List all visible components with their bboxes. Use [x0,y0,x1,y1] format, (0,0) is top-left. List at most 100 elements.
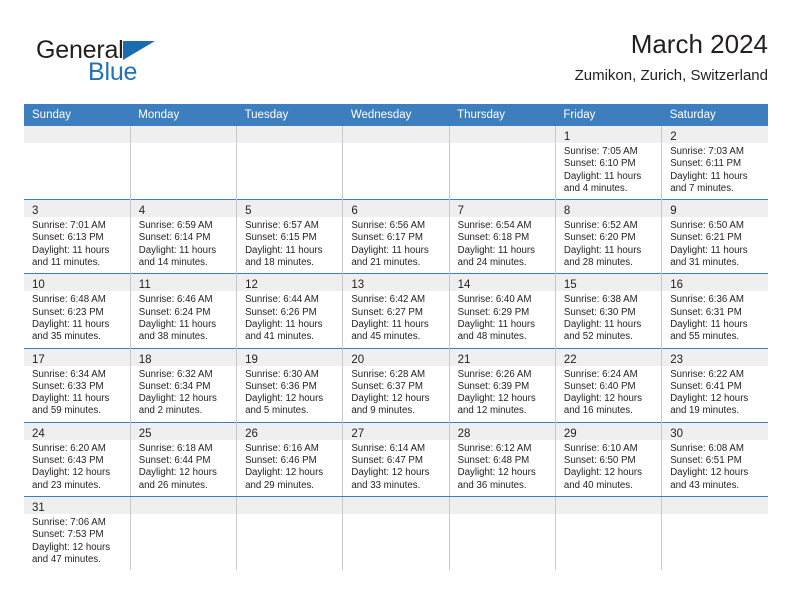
general-blue-logo[interactable]: General Blue [36,36,226,92]
day-cell[interactable]: 24 Sunrise: 6:20 AM Sunset: 6:43 PM Dayligh… [24,421,131,497]
day-cell[interactable]: 9 Sunrise: 6:50 AM Sunset: 6:21 PM Daylight… [661,199,768,274]
day-cell-empty [236,126,343,200]
daylight-text-line1: Daylight: 12 hours [457,393,536,405]
day-cell-details: Sunrise: 6:34 AM Sunset: 6:33 PM Daylight:… [24,366,130,422]
daylight-text-line1: Daylight: 12 hours [138,393,217,405]
day-number: 17 [32,353,45,366]
sunset-text: Sunset: 7:53 PM [32,529,104,541]
day-cell[interactable]: 30 Sunrise: 6:08 AM Sunset: 6:51 PM Dayligh… [661,421,768,497]
day-cell[interactable]: 22 Sunrise: 6:24 AM Sunset: 6:40 PM Dayligh… [554,347,662,423]
day-number: 25 [138,427,152,440]
daylight-text-line2: and 26 minutes. [138,479,208,491]
day-cell[interactable]: 18 Sunrise: 6:32 AM Sunset: 6:34 PM Dayligh… [129,347,237,423]
day-cell-empty [236,495,343,571]
weekday-header-tuesday: Tuesday [236,104,343,126]
day-number-band: 19 [237,348,343,366]
day-cell[interactable]: 11 Sunrise: 6:46 AM Sunset: 6:24 PM Dayligh… [129,273,237,349]
day-cell[interactable]: 17 Sunrise: 6:34 AM Sunset: 6:33 PM Dayligh… [24,347,131,423]
week-row: 17 Sunrise: 6:34 AM Sunset: 6:33 PM Dayligh… [24,347,768,423]
day-cell[interactable]: 10 Sunrise: 6:48 AM Sunset: 6:23 PM Dayligh… [24,273,131,349]
sunrise-text: Sunrise: 6:30 AM [245,368,319,380]
daylight-text-line2: and 40 minutes. [563,479,633,491]
sunrise-text: Sunrise: 7:05 AM [563,146,638,157]
daylight-text-line1: Daylight: 11 hours [563,244,642,256]
day-cell[interactable]: 19 Sunrise: 6:30 AM Sunset: 6:36 PM Dayligh… [236,347,343,423]
day-cell[interactable]: 28 Sunrise: 6:12 AM Sunset: 6:48 PM Dayligh… [448,421,556,497]
day-cell[interactable]: 20 Sunrise: 6:28 AM Sunset: 6:37 PM Dayligh… [342,347,450,423]
day-cell-details: Sunrise: 6:44 AM Sunset: 6:26 PM Daylight:… [237,291,342,347]
day-cell[interactable]: 23 Sunrise: 6:22 AM Sunset: 6:41 PM Dayligh… [661,347,768,423]
sunrise-text: Sunrise: 6:20 AM [32,442,106,454]
day-number-band: 1 [555,126,662,143]
day-cell-details: Sunrise: 6:32 AM Sunset: 6:34 PM Daylight:… [131,366,236,422]
day-cell[interactable]: 1 Sunrise: 7:05 AM Sunset: 6:10 PM Daylight… [554,126,662,200]
day-cell[interactable]: 27 Sunrise: 6:14 AM Sunset: 6:47 PM Dayligh… [342,421,450,497]
daylight-text-line1: Daylight: 12 hours [351,393,430,405]
week-row: 31 Sunrise: 7:06 AM Sunset: 7:53 PM Dayligh… [24,495,768,571]
day-cell[interactable]: 25 Sunrise: 6:18 AM Sunset: 6:44 PM Dayligh… [129,421,237,497]
weekday-header-saturday: Saturday [661,104,768,126]
day-number-band [237,496,343,514]
sunset-text: Sunset: 6:27 PM [351,306,423,318]
day-cell[interactable]: 2 Sunrise: 7:03 AM Sunset: 6:11 PM Daylight… [661,126,768,200]
daylight-text-line2: and 35 minutes. [32,331,101,343]
daylight-text-line1: Daylight: 11 hours [670,244,748,256]
day-cell[interactable]: 13 Sunrise: 6:42 AM Sunset: 6:27 PM Dayligh… [342,273,450,349]
sunrise-text: Sunrise: 6:12 AM [457,442,532,454]
daylight-text-line1: Daylight: 11 hours [245,244,323,256]
day-cell[interactable]: 7 Sunrise: 6:54 AM Sunset: 6:18 PM Daylight… [448,199,556,274]
day-number: 14 [457,279,471,292]
day-number-band: 23 [662,348,768,366]
sunset-text: Sunset: 6:41 PM [670,380,742,392]
day-cell[interactable]: 5 Sunrise: 6:57 AM Sunset: 6:15 PM Daylight… [236,199,343,274]
week-row: 24 Sunrise: 6:20 AM Sunset: 6:43 PM Dayligh… [24,421,768,497]
daylight-text-line1: Daylight: 12 hours [245,393,324,405]
sunset-text: Sunset: 6:30 PM [563,306,636,318]
sunrise-text: Sunrise: 6:46 AM [138,294,213,306]
daylight-text-line1: Daylight: 12 hours [351,467,430,479]
day-number: 7 [457,205,465,218]
sunrise-text: Sunrise: 6:32 AM [138,368,213,380]
day-cell[interactable]: 3 Sunrise: 7:01 AM Sunset: 6:13 PM Daylight… [24,199,131,274]
day-cell[interactable]: 21 Sunrise: 6:26 AM Sunset: 6:39 PM Dayligh… [448,347,556,423]
day-cell[interactable]: 14 Sunrise: 6:40 AM Sunset: 6:29 PM Dayligh… [448,273,556,349]
day-number: 3 [32,205,39,218]
daylight-text-line2: and 9 minutes. [351,405,415,417]
day-cell[interactable]: 6 Sunrise: 6:56 AM Sunset: 6:17 PM Daylight… [342,199,450,274]
daylight-text-line1: Daylight: 12 hours [670,393,749,405]
day-number: 22 [563,353,577,366]
day-cell-details: Sunrise: 6:48 AM Sunset: 6:23 PM Daylight:… [24,291,130,347]
day-cell[interactable]: 26 Sunrise: 6:16 AM Sunset: 6:46 PM Dayligh… [236,421,343,497]
sunset-text: Sunset: 6:50 PM [563,455,636,467]
day-cell[interactable]: 4 Sunrise: 6:59 AM Sunset: 6:14 PM Daylight… [129,199,237,274]
day-number-band: 17 [24,348,130,366]
daylight-text-line2: and 7 minutes. [670,182,734,194]
day-number-band: 8 [555,200,662,218]
day-number-band: 2 [662,126,768,143]
day-number: 20 [351,353,365,366]
day-number: 31 [32,501,45,514]
sunrise-text: Sunrise: 6:16 AM [245,442,319,454]
masthead: General Blue March 2024 Zumikon, Zurich,… [24,28,768,100]
day-number: 5 [245,205,252,218]
day-number-band [237,126,343,143]
daylight-text-line1: Daylight: 11 hours [563,318,642,330]
day-number-band: 11 [130,274,237,292]
day-cell[interactable]: 16 Sunrise: 6:36 AM Sunset: 6:31 PM Dayligh… [661,273,768,349]
sunset-text: Sunset: 6:11 PM [670,158,742,170]
daylight-text-line2: and 2 minutes. [138,405,203,417]
day-cell[interactable]: 12 Sunrise: 6:44 AM Sunset: 6:26 PM Dayligh… [236,273,343,349]
day-cell[interactable]: 8 Sunrise: 6:52 AM Sunset: 6:20 PM Daylight… [554,199,662,274]
day-cell-details: Sunrise: 7:01 AM Sunset: 6:13 PM Daylight:… [24,217,130,273]
day-number: 6 [351,205,358,218]
sunset-text: Sunset: 6:47 PM [351,455,423,467]
day-number-band: 9 [662,200,768,218]
day-cell[interactable]: 29 Sunrise: 6:10 AM Sunset: 6:50 PM Dayligh… [554,421,662,497]
day-cell[interactable]: 31 Sunrise: 7:06 AM Sunset: 7:53 PM Dayligh… [24,495,131,571]
sunset-text: Sunset: 6:29 PM [457,306,530,318]
calendar-grid: Sunday Monday Tuesday Wednesday Thursday Frid… [24,104,768,571]
day-cell[interactable]: 15 Sunrise: 6:38 AM Sunset: 6:30 PM Dayligh… [554,273,662,349]
daylight-text-line2: and 52 minutes. [563,331,633,343]
daylight-text-line1: Daylight: 11 hours [32,244,110,256]
day-number: 27 [351,427,365,440]
